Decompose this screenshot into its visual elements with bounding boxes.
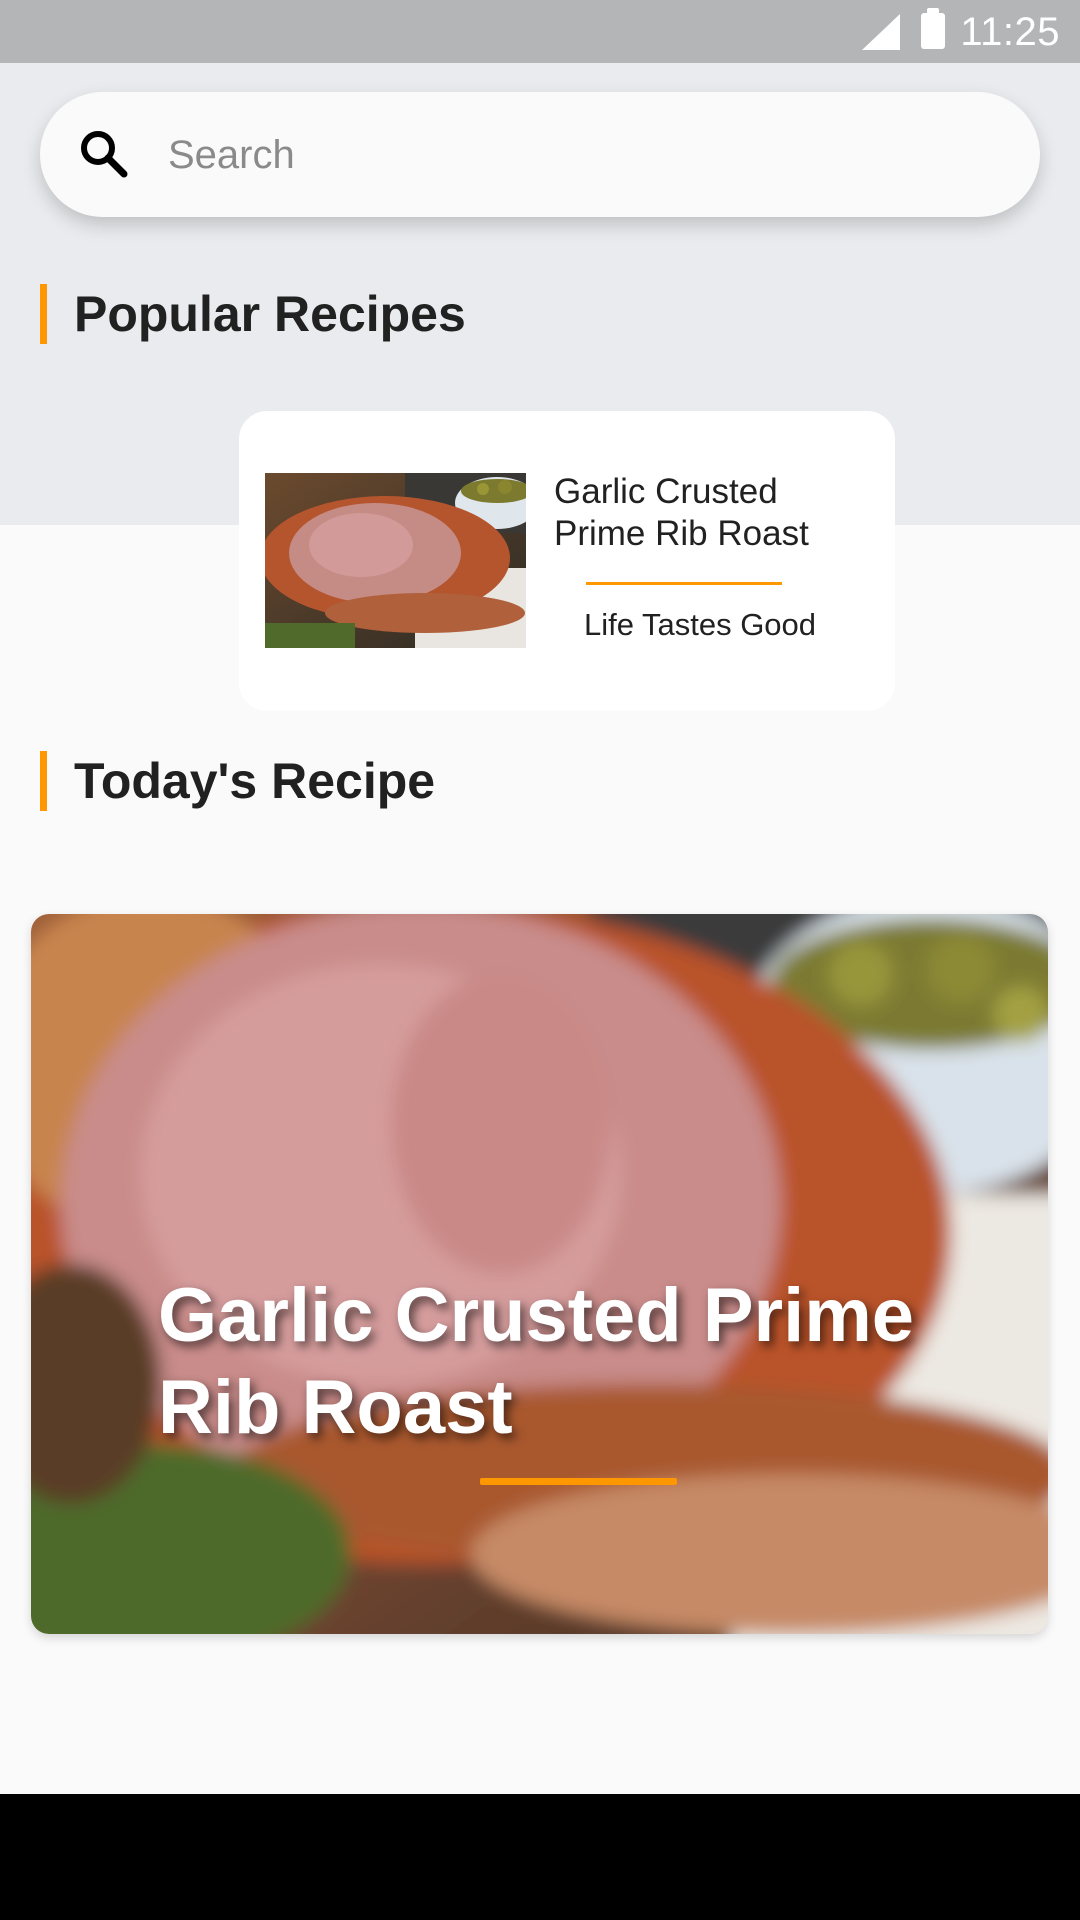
todays-recipe-divider [480,1478,677,1485]
popular-recipe-title: Garlic Crusted Prime Rib Roast [554,472,809,553]
section-accent-bar [40,284,47,344]
search-bar[interactable] [40,92,1040,217]
popular-recipes-title: Popular Recipes [74,286,466,342]
todays-recipe-name: Garlic Crusted Prime Rib Roast [158,1273,915,1450]
search-input[interactable] [166,124,990,186]
todays-recipe-card[interactable]: Garlic Crusted Prime Rib Roast [31,914,1048,1634]
todays-recipe-title: Today's Recipe [74,753,436,809]
popular-recipe-divider [586,582,782,585]
popular-recipe-card[interactable]: Garlic Crusted Prime Rib Roast Life Tast… [239,411,895,711]
navigation-bar [0,1794,1080,1920]
section-accent-bar [40,751,47,811]
status-time: 11:25 [960,10,1060,54]
battery-icon [921,8,945,49]
recipe-thumbnail-image [265,473,526,648]
cell-signal-icon [862,14,900,50]
popular-recipe-subtitle: Life Tastes Good [583,607,817,642]
todays-recipe-header: Today's Recipe [40,751,540,811]
status-bar: 11:25 [0,0,1080,63]
popular-recipes-header: Popular Recipes [40,284,540,344]
search-icon [81,131,128,178]
